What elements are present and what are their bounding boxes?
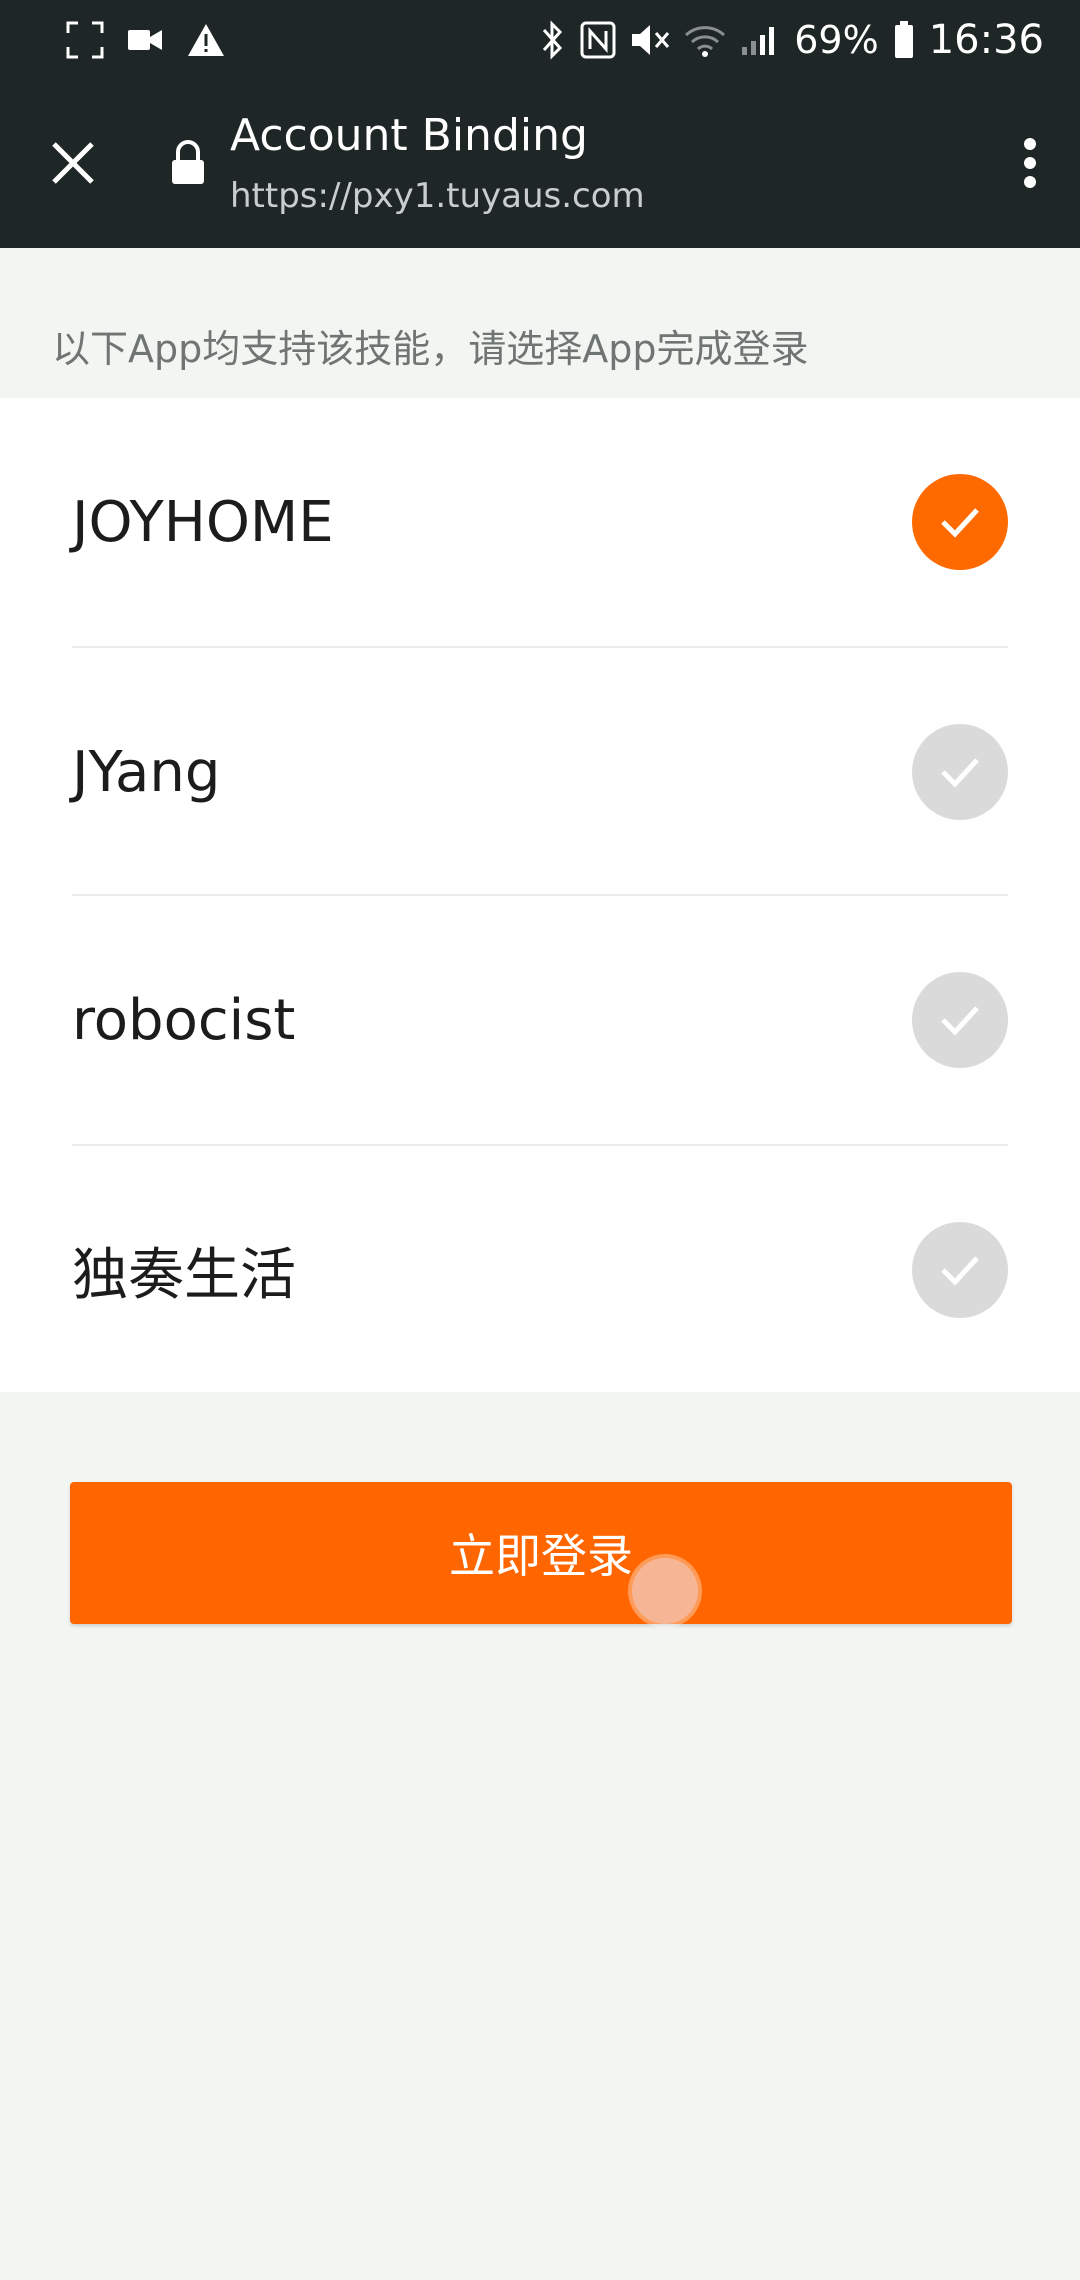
screenshot-icon (66, 21, 104, 59)
touch-indicator (632, 1558, 698, 1624)
battery-icon (893, 20, 915, 60)
check-selected-icon[interactable] (912, 474, 1008, 570)
status-right: 69% 16:36 (540, 17, 1044, 63)
more-menu-button[interactable] (1000, 128, 1060, 198)
app-item-solo-life[interactable]: 独奏生活 (72, 1146, 1008, 1394)
app-item-jyang[interactable]: JYang (72, 648, 1008, 896)
app-item-label: 独奏生活 (72, 1242, 296, 1308)
browser-toolbar: Account Binding https://pxy1.tuyaus.com (0, 80, 1080, 248)
app-list: JOYHOME JYang robocist 独奏生活 (0, 398, 1080, 1392)
login-button[interactable]: 立即登录 (70, 1482, 1012, 1624)
clock: 16:36 (928, 17, 1044, 63)
check-unselected-icon[interactable] (912, 724, 1008, 820)
battery-percent: 69% (794, 18, 879, 62)
more-vert-icon (1024, 138, 1036, 188)
page-title: Account Binding (230, 110, 588, 161)
video-icon (126, 25, 164, 55)
check-unselected-icon[interactable] (912, 1222, 1008, 1318)
hint-text: 以下App均支持该技能，请选择App完成登录 (52, 327, 809, 371)
nfc-icon (580, 21, 616, 59)
warning-icon (186, 22, 226, 58)
close-icon (52, 142, 94, 184)
status-left (66, 21, 226, 59)
bluetooth-icon (540, 20, 566, 60)
signal-icon (740, 23, 780, 57)
app-item-label: robocist (72, 987, 296, 1053)
check-unselected-icon[interactable] (912, 972, 1008, 1068)
app-item-label: JOYHOME (72, 489, 334, 555)
wifi-icon (684, 23, 726, 57)
page-url: https://pxy1.tuyaus.com (230, 176, 645, 216)
app-item-joyhome[interactable]: JOYHOME (72, 398, 1008, 646)
mute-icon (630, 21, 670, 59)
lock-icon (168, 138, 208, 186)
app-item-label: JYang (72, 739, 221, 805)
close-button[interactable] (40, 130, 106, 196)
status-bar: 69% 16:36 (0, 0, 1080, 80)
app-item-robocist[interactable]: robocist (72, 896, 1008, 1144)
